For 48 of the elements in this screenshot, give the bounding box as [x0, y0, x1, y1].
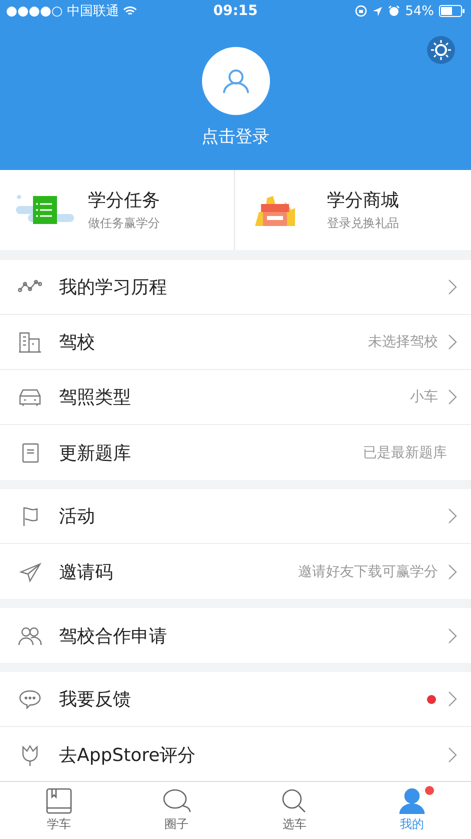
tab[interactable]: 学车	[0, 782, 118, 839]
row-label: 去AppStore评分	[59, 744, 196, 766]
person-icon	[398, 788, 426, 814]
menu-row[interactable]: 驾校 未选择驾校	[0, 315, 471, 370]
menu-row[interactable]: 我的学习历程	[0, 260, 471, 315]
people-icon	[18, 624, 42, 646]
row-label: 更新题库	[59, 442, 131, 464]
paper-plane-icon	[18, 560, 42, 582]
row-value: 邀请好友下载可赢学分	[298, 562, 438, 580]
card-title[interactable]: 学分商城	[327, 188, 399, 212]
row-value: 未选择驾校	[368, 333, 438, 351]
row-value: 已是最新题库	[363, 444, 447, 462]
settings-button[interactable]	[427, 36, 455, 64]
row-label: 邀请码	[59, 560, 113, 584]
location-arrow-icon	[372, 6, 384, 16]
user-icon	[222, 67, 250, 95]
clock-text: 09:15	[213, 3, 258, 19]
menu-row[interactable]: 驾校合作申请	[0, 608, 471, 663]
row-label: 驾照类型	[59, 386, 131, 409]
menu-row[interactable]: 我要反馈	[0, 672, 471, 727]
row-label: 活动	[59, 505, 95, 528]
tab[interactable]: 圈子	[118, 782, 236, 839]
battery-icon	[439, 5, 465, 17]
alarm-icon	[388, 5, 400, 17]
building-icon	[18, 331, 42, 353]
row-label: 驾校	[59, 331, 95, 354]
card-subtitle: 做任务赢学分	[88, 215, 160, 232]
card-subtitle: 登录兑换礼品	[327, 215, 399, 232]
sun-icon	[430, 39, 452, 61]
task-list-drawing	[16, 194, 74, 226]
menu-row[interactable]: 邀请码 邀请好友下载可赢学分	[0, 544, 471, 599]
book-icon	[44, 788, 73, 814]
tab[interactable]: 选车	[236, 782, 354, 839]
row-label: 我的学习历程	[59, 276, 167, 299]
chat-bubble-icon	[18, 688, 42, 710]
row-label: 驾校合作申请	[59, 624, 167, 648]
menu-row[interactable]: 更新题库 已是最新题库	[0, 425, 471, 480]
menu-row[interactable]: 活动	[0, 489, 471, 544]
menu-row[interactable]: 去AppStore评分	[0, 727, 471, 781]
menu-row[interactable]: 驾照类型 小车	[0, 370, 471, 425]
row-value: 小车	[410, 388, 438, 406]
battery-text: 54%	[405, 4, 434, 18]
card-title[interactable]: 学分任务	[88, 188, 160, 212]
chat-bubbles-icon	[162, 788, 191, 814]
wifi-icon	[122, 6, 137, 16]
row-label: 我要反馈	[59, 688, 131, 711]
rotation-lock-icon	[355, 5, 368, 17]
carrier-text: ●●●●○ 中国联通	[6, 3, 119, 20]
